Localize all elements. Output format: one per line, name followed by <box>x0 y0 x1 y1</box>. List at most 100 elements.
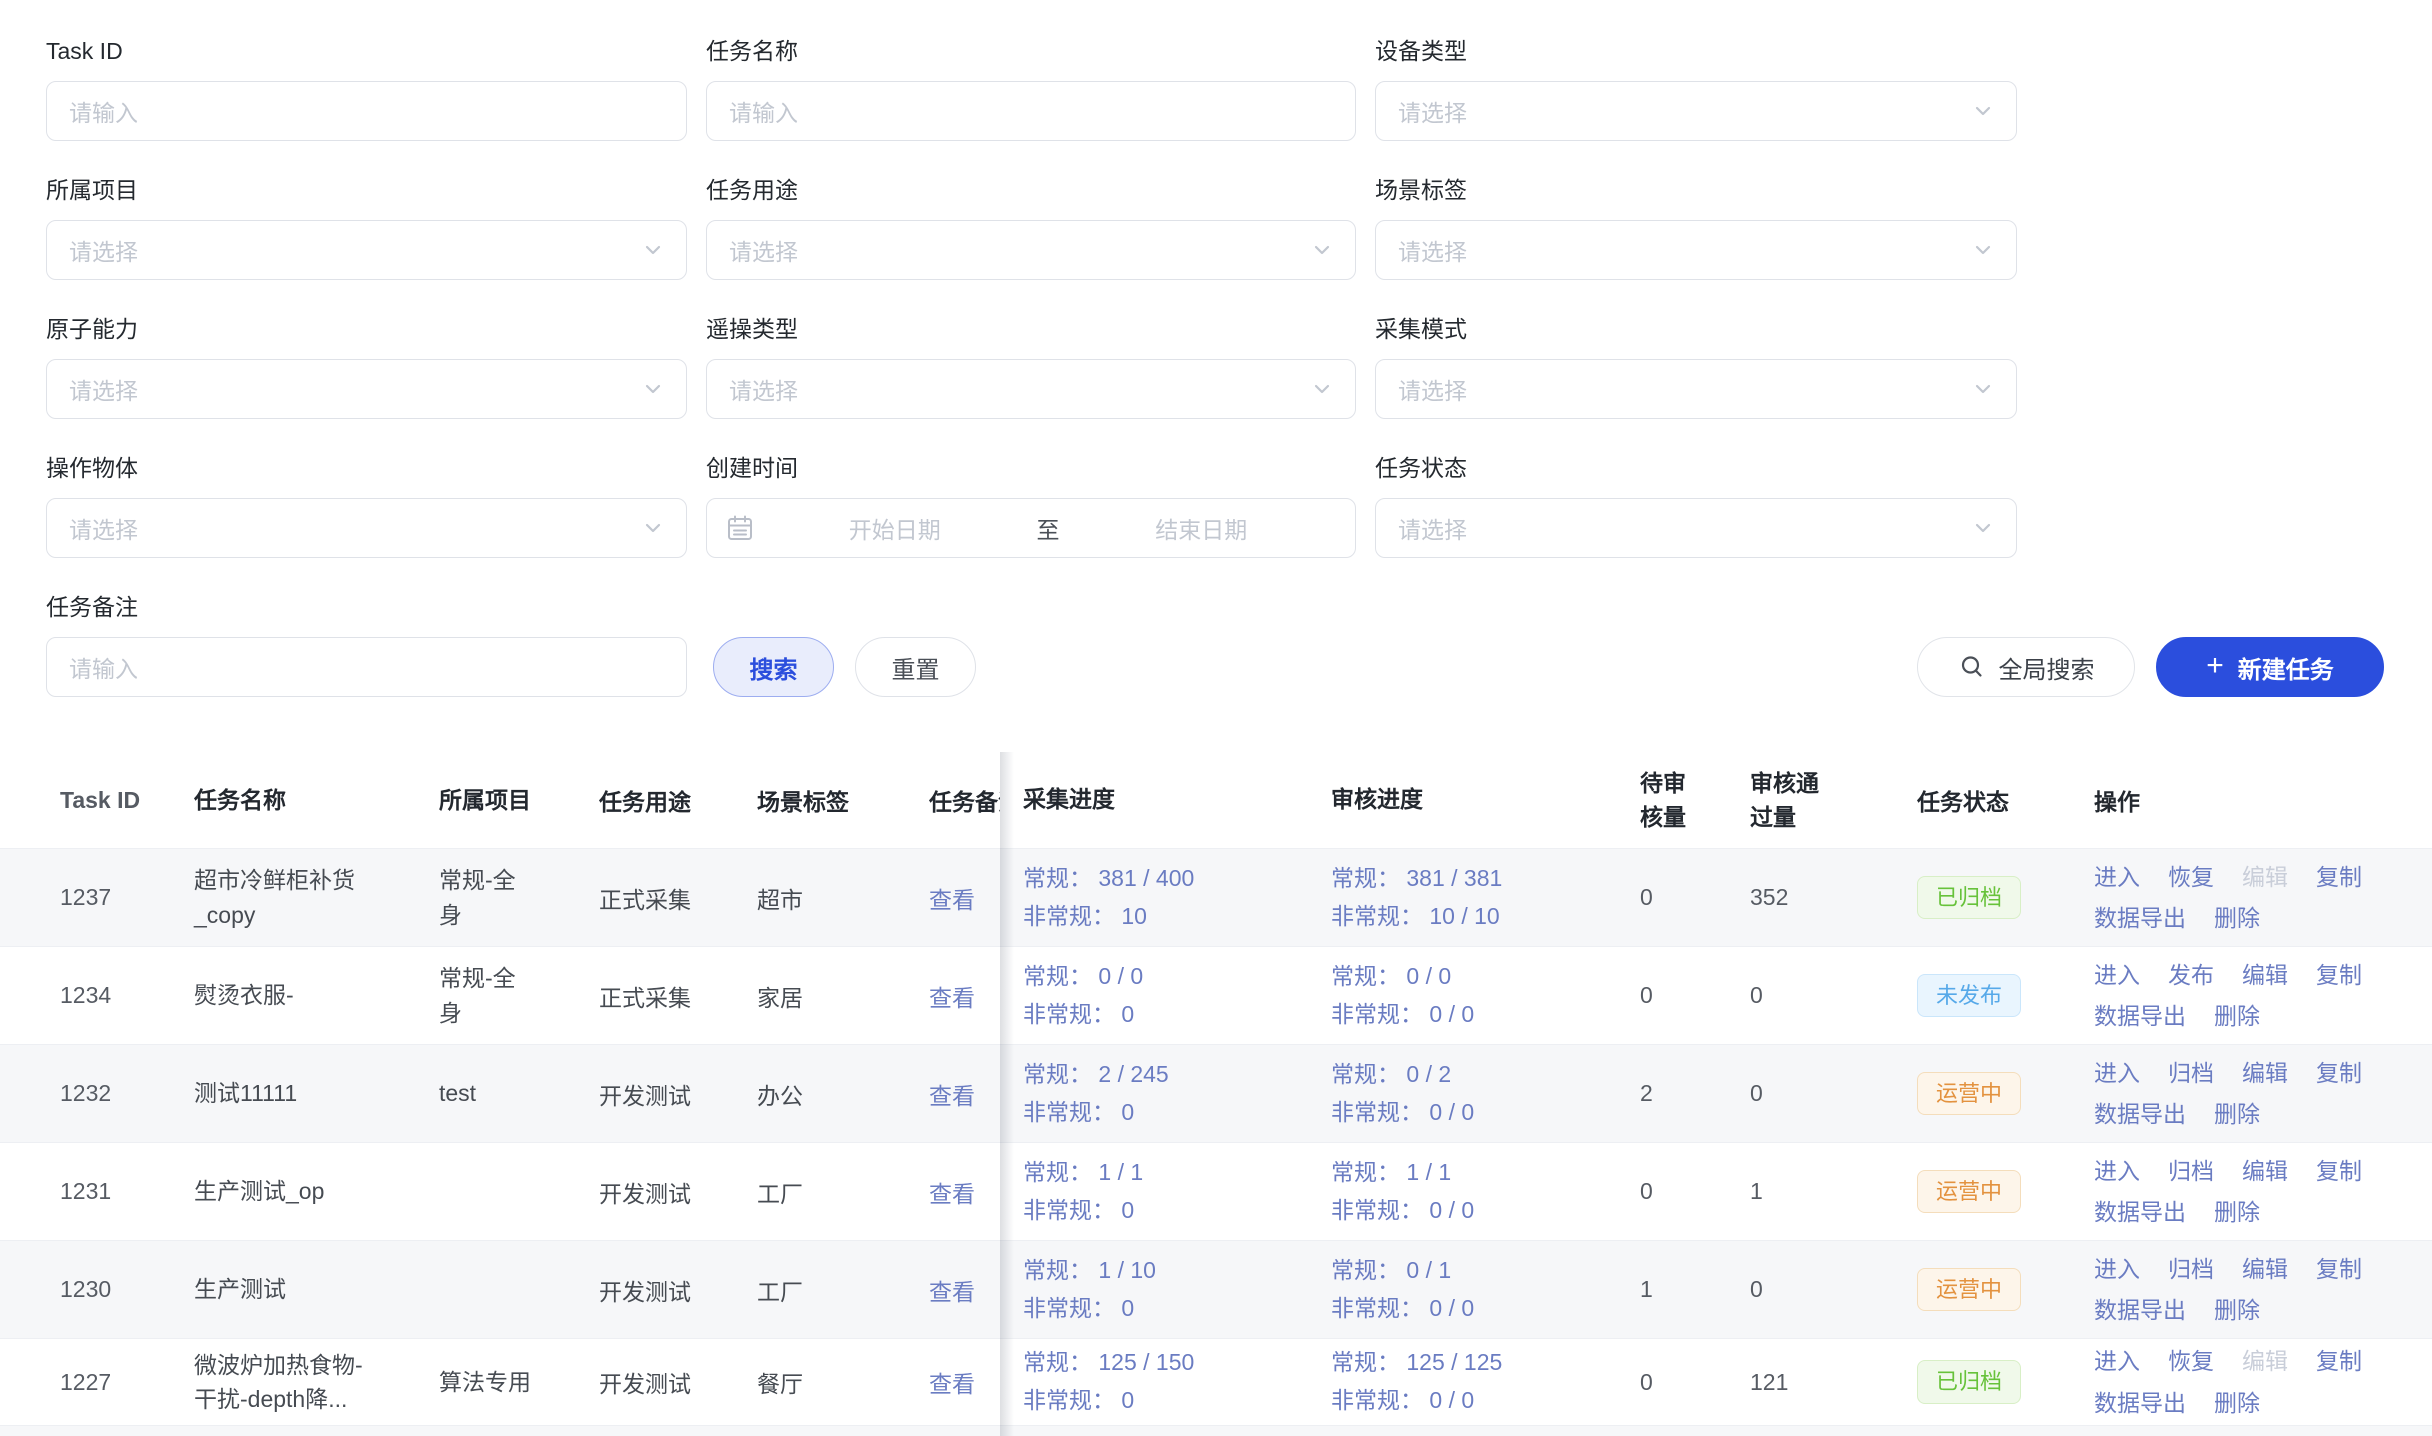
action-edit[interactable]: 编辑 <box>2242 1155 2288 1187</box>
action-edit[interactable]: 编辑 <box>2242 1057 2288 1089</box>
action-enter[interactable]: 进入 <box>2094 1345 2140 1377</box>
view-remark-link[interactable]: 查看 <box>929 887 975 913</box>
action-copy[interactable]: 复制 <box>2316 1057 2362 1089</box>
action-copy[interactable]: 复制 <box>2316 959 2362 991</box>
action-delete[interactable]: 删除 <box>2214 1000 2260 1032</box>
action-data-export[interactable]: 数据导出 <box>2094 1000 2186 1032</box>
chevron-down-icon <box>640 515 666 541</box>
calendar-icon <box>725 513 755 543</box>
action-edit[interactable]: 编辑 <box>2242 1253 2288 1285</box>
device-type-select[interactable]: 请选择 <box>1375 81 2017 141</box>
cell-remark: 查看 <box>929 1273 1000 1307</box>
status-badge: 运营中 <box>1917 1072 2021 1116</box>
action-data-export[interactable]: 数据导出 <box>2094 1098 2186 1130</box>
cell-approved: 1 <box>1741 1178 1871 1205</box>
cell-approved: 0 <box>1741 982 1871 1009</box>
view-remark-link[interactable]: 查看 <box>929 1083 975 1109</box>
action-data-export[interactable]: 数据导出 <box>2094 1387 2186 1419</box>
filter-create-time: 创建时间 开始日期 至 结束日期 <box>706 455 1356 558</box>
cell-project: 常规-全身 <box>439 961 599 1030</box>
atomic-ability-select[interactable]: 请选择 <box>46 359 687 419</box>
task-remark-input[interactable]: 请输入 <box>46 637 687 697</box>
create-time-range-picker[interactable]: 开始日期 至 结束日期 <box>706 498 1356 558</box>
action-enter[interactable]: 进入 <box>2094 1253 2140 1285</box>
action-copy[interactable]: 复制 <box>2316 1253 2362 1285</box>
action-data-export[interactable]: 数据导出 <box>2094 1294 2186 1326</box>
scene-tag-select[interactable]: 请选择 <box>1375 220 2017 280</box>
action-data-export[interactable]: 数据导出 <box>2094 1196 2186 1228</box>
search-button[interactable]: 搜索 <box>713 637 834 697</box>
action-edit[interactable]: 编辑 <box>2242 959 2288 991</box>
action-archive[interactable]: 归档 <box>2168 1057 2214 1089</box>
action-delete[interactable]: 删除 <box>2214 1098 2260 1130</box>
cell-status: 运营中 <box>1871 1268 2051 1312</box>
global-search-button[interactable]: 全局搜索 <box>1917 637 2135 697</box>
cell-status: 已归档 <box>1871 876 2051 920</box>
date-range-separator: 至 <box>1031 511 1066 545</box>
cell-task-id: 1227 <box>0 1369 194 1396</box>
action-delete[interactable]: 删除 <box>2214 1196 2260 1228</box>
cell-approved: 121 <box>1741 1369 1871 1396</box>
task-id-input[interactable]: 请输入 <box>46 81 687 141</box>
view-remark-link[interactable]: 查看 <box>929 1181 975 1207</box>
filter-label: 原子能力 <box>46 316 687 343</box>
col-task-name: 任务名称 <box>194 783 439 818</box>
cell-scene: 家居 <box>757 979 929 1013</box>
chevron-down-icon <box>1970 98 1996 124</box>
action-copy[interactable]: 复制 <box>2316 861 2362 893</box>
start-date-input[interactable]: 开始日期 <box>759 511 1031 545</box>
plus-icon: + <box>2206 651 2224 681</box>
view-remark-link[interactable]: 查看 <box>929 985 975 1011</box>
action-restore[interactable]: 恢复 <box>2168 861 2214 893</box>
cell-pending-review: 1 <box>1631 1276 1741 1303</box>
cell-operations: 进入 归档 编辑 复制 数据导出 删除 <box>2051 1253 2432 1326</box>
chevron-down-icon <box>640 376 666 402</box>
cell-task-name: 熨烫衣服- <box>194 978 439 1013</box>
chevron-down-icon <box>1970 237 1996 263</box>
cell-approved: 0 <box>1741 1080 1871 1107</box>
cell-pending-review: 0 <box>1631 1178 1741 1205</box>
task-name-input[interactable]: 请输入 <box>706 81 1356 141</box>
cell-task-name: 微波炉加热食物-干扰-depth降... <box>194 1348 439 1417</box>
action-enter[interactable]: 进入 <box>2094 959 2140 991</box>
project-select[interactable]: 请选择 <box>46 220 687 280</box>
action-enter[interactable]: 进入 <box>2094 1057 2140 1089</box>
action-copy[interactable]: 复制 <box>2316 1345 2362 1377</box>
view-remark-link[interactable]: 查看 <box>929 1279 975 1305</box>
action-restore[interactable]: 恢复 <box>2168 1345 2214 1377</box>
new-task-label: 新建任务 <box>2238 650 2334 685</box>
teleop-type-select[interactable]: 请选择 <box>706 359 1356 419</box>
action-archive[interactable]: 归档 <box>2168 1253 2214 1285</box>
global-search-label: 全局搜索 <box>1999 650 2095 685</box>
action-enter[interactable]: 进入 <box>2094 1155 2140 1187</box>
action-copy[interactable]: 复制 <box>2316 1155 2362 1187</box>
cell-task-name: 测试11111 <box>194 1076 439 1111</box>
collect-mode-select[interactable]: 请选择 <box>1375 359 2017 419</box>
task-management-page: Task ID 请输入 任务名称 请输入 设备类型 请选择 所属项目 <box>0 0 2432 1436</box>
action-archive[interactable]: 归档 <box>2168 1155 2214 1187</box>
filter-label: 所属项目 <box>46 177 687 204</box>
cell-collect-progress: 常规： 1 / 1非常规： 0 <box>1000 1154 1331 1230</box>
view-remark-link[interactable]: 查看 <box>929 1371 975 1397</box>
end-date-input[interactable]: 结束日期 <box>1066 511 1338 545</box>
action-delete[interactable]: 删除 <box>2214 1294 2260 1326</box>
cell-review-progress: 常规： 0 / 1非常规： 0 / 0 <box>1331 1252 1631 1328</box>
cell-purpose: 开发测试 <box>599 1175 757 1209</box>
col-purpose: 任务用途 <box>599 783 757 817</box>
cell-task-id: 1234 <box>0 982 194 1009</box>
task-purpose-select[interactable]: 请选择 <box>706 220 1356 280</box>
filter-label: 操作物体 <box>46 455 687 482</box>
chevron-down-icon <box>1309 376 1335 402</box>
new-task-button[interactable]: + 新建任务 <box>2156 637 2384 697</box>
task-status-select[interactable]: 请选择 <box>1375 498 2017 558</box>
action-data-export[interactable]: 数据导出 <box>2094 902 2186 934</box>
action-delete[interactable]: 删除 <box>2214 902 2260 934</box>
operate-object-select[interactable]: 请选择 <box>46 498 687 558</box>
action-delete[interactable]: 删除 <box>2214 1387 2260 1419</box>
cell-scene: 工厂 <box>757 1175 929 1209</box>
action-publish[interactable]: 发布 <box>2168 959 2214 991</box>
cell-project: 算法专用 <box>439 1365 599 1400</box>
action-enter[interactable]: 进入 <box>2094 861 2140 893</box>
filter-task-status: 任务状态 请选择 <box>1375 455 2017 558</box>
reset-button[interactable]: 重置 <box>855 637 976 697</box>
